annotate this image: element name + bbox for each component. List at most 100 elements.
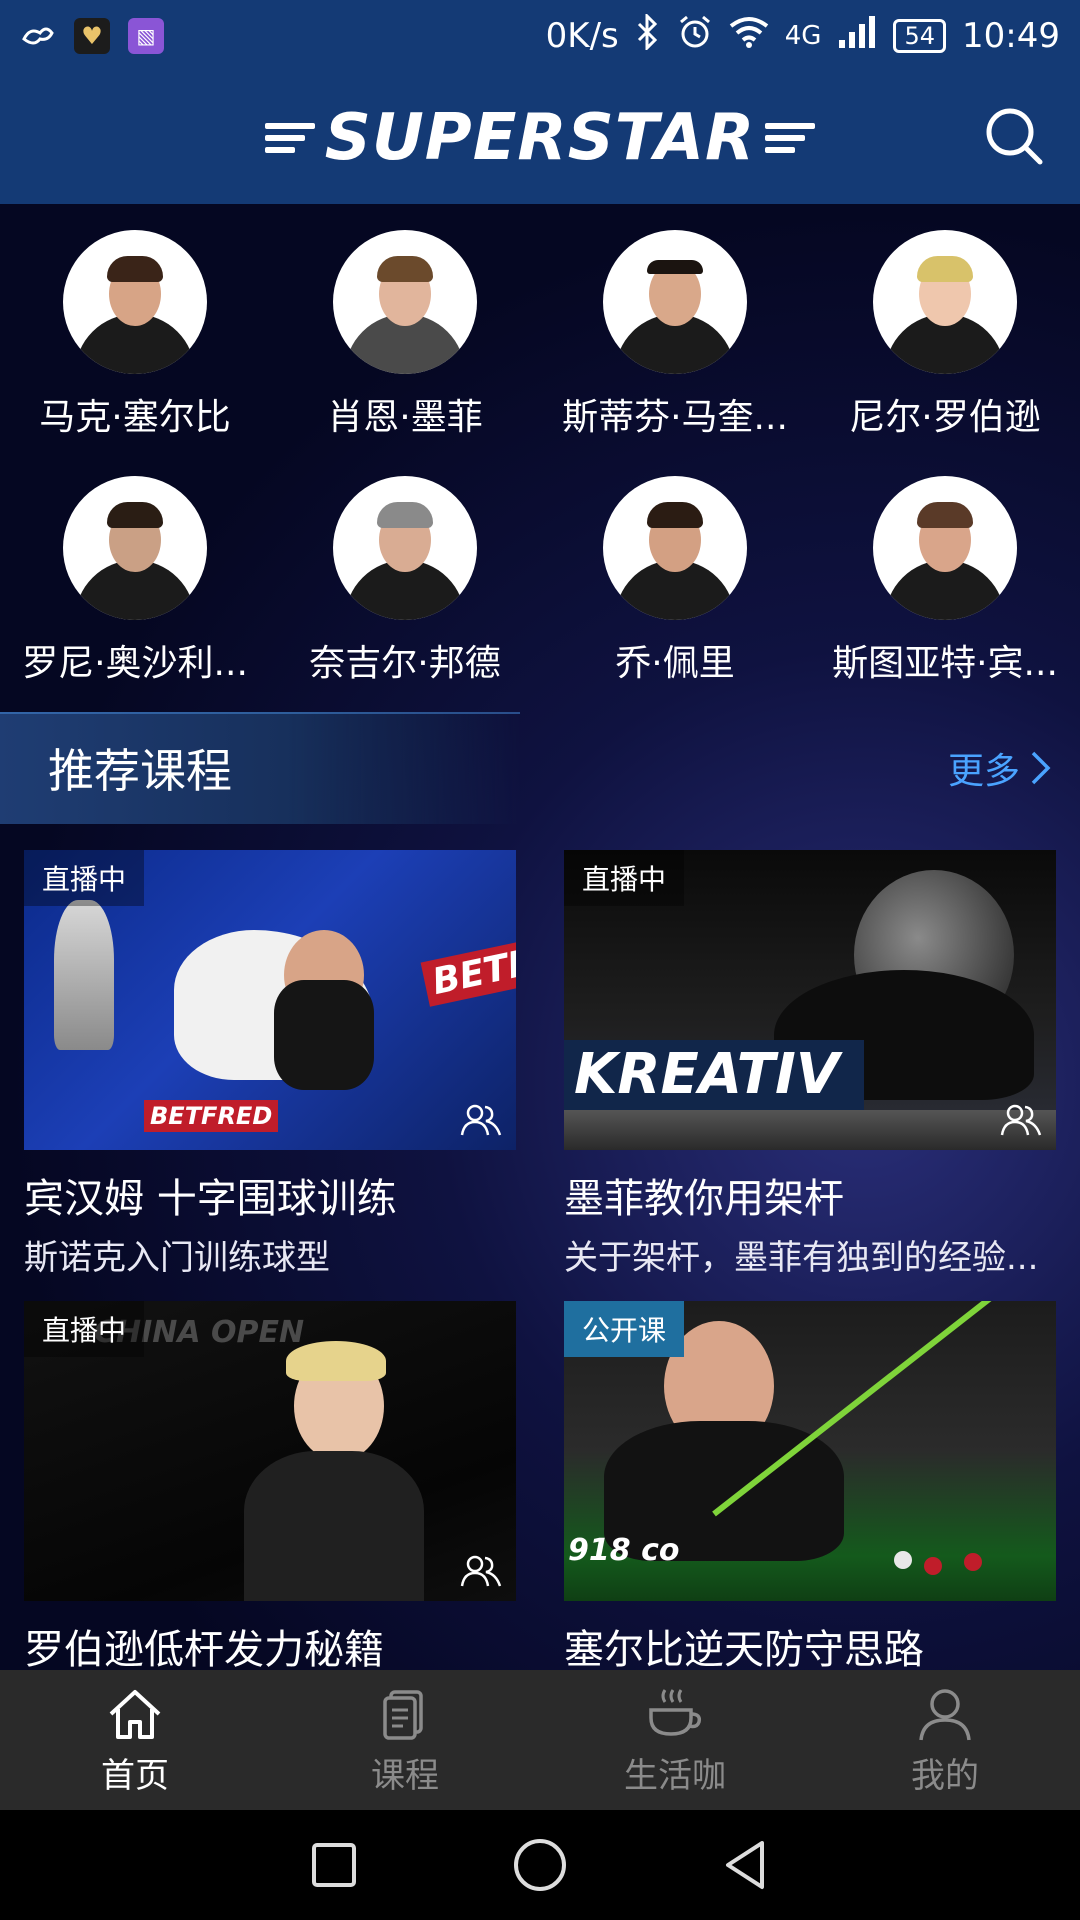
superstar-logo: SUPERSTAR [264, 101, 816, 175]
battery-indicator: 54 [893, 19, 947, 53]
open-course-badge: 公开课 [564, 1301, 685, 1357]
player-avatar [333, 230, 477, 374]
people-icon [460, 1104, 502, 1136]
player-avatar [63, 230, 207, 374]
recent-apps-button[interactable] [306, 1837, 362, 1893]
course-card[interactable]: KREATIV 直播中 墨菲教你用架杆 关于架杆，墨菲有独到的经验... [564, 850, 1056, 1279]
alarm-icon [677, 14, 713, 59]
cue-ball [894, 1551, 912, 1569]
course-card[interactable]: 918 co 公开课 塞尔比逆天防守思路 [564, 1301, 1056, 1670]
gallery-app-icon: ▧ [128, 18, 164, 54]
player-vest [274, 980, 374, 1090]
document-icon [383, 1689, 423, 1740]
banner-text: 918 co [568, 1533, 680, 1568]
course-subtitle: 关于架杆，墨菲有独到的经验... [564, 1238, 1039, 1278]
tab-label: 课程 [371, 1755, 439, 1796]
course-card[interactable]: BETF BETFRED 直播中 宾汉姆 十字围球训练 斯诺克入门训练球型 [24, 850, 516, 1279]
sponsor-text: BETFRED [144, 1100, 279, 1132]
coffee-icon [649, 1688, 702, 1736]
people-icon [460, 1555, 502, 1587]
home-icon [109, 1689, 161, 1739]
red-ball [964, 1553, 982, 1571]
player-avatar [603, 476, 747, 620]
cloud-app-icon [20, 18, 56, 54]
player-name: 罗尼·奥沙利... [22, 643, 248, 684]
course-title: 宾汉姆 十字围球训练 [24, 1176, 397, 1222]
signal-icon [837, 14, 877, 59]
player-avatar [873, 476, 1017, 620]
tab-profile[interactable]: 我的 [810, 1670, 1080, 1810]
player-grid: 马克·塞尔比 肖恩·墨菲 斯蒂芬·马奎... 尼尔·罗伯逊 罗尼·奥沙利... [0, 230, 1080, 686]
status-bar: ♥ ▧ 0K/s 4G 54 10:49 [0, 0, 1080, 72]
logo-stripes-left [264, 123, 315, 153]
status-left: ♥ ▧ [20, 18, 164, 54]
player-avatar [63, 476, 207, 620]
bluetooth-icon [635, 11, 661, 59]
wifi-icon [729, 16, 769, 57]
tab-life-cafe[interactable]: 生活咖 [540, 1670, 810, 1810]
player-name: 奈吉尔·邦德 [309, 643, 501, 684]
banner-text: KREATIV [574, 1042, 840, 1107]
home-content: 马克·塞尔比 肖恩·墨菲 斯蒂芬·马奎... 尼尔·罗伯逊 罗尼·奥沙利... [0, 204, 1080, 1670]
logo-text: SUPERSTAR [324, 101, 756, 175]
tab-home[interactable]: 首页 [0, 1670, 270, 1810]
player-name: 肖恩·墨菲 [327, 397, 483, 438]
live-badge: 直播中 [24, 1301, 145, 1357]
course-thumbnail: KREATIV 直播中 [564, 850, 1056, 1150]
status-right: 0K/s 4G 54 10:49 [545, 11, 1060, 59]
player-name: 马克·塞尔比 [39, 397, 231, 438]
course-title: 塞尔比逆天防守思路 [564, 1627, 924, 1670]
section-title: 推荐课程 [48, 744, 232, 798]
clock: 10:49 [962, 16, 1060, 56]
live-badge: 直播中 [564, 850, 685, 906]
live-badge: 直播中 [24, 850, 145, 906]
course-card[interactable]: CHINA OPEN 直播中 罗伯逊低杆发力秘籍 [24, 1301, 516, 1670]
course-grid: BETF BETFRED 直播中 宾汉姆 十字围球训练 斯诺克入门训练球型 KR… [24, 850, 1056, 1670]
player-item[interactable]: 尼尔·罗伯逊 [810, 230, 1080, 440]
red-ball [924, 1557, 942, 1575]
player-avatar [603, 230, 747, 374]
player-avatar [333, 476, 477, 620]
tab-label: 我的 [911, 1755, 979, 1796]
course-thumbnail: BETF BETFRED 直播中 [24, 850, 516, 1150]
chevron-right-icon [1031, 751, 1051, 785]
people-icon [1000, 1104, 1042, 1136]
home-button[interactable] [512, 1837, 568, 1893]
course-title: 墨菲教你用架杆 [564, 1176, 844, 1222]
app-header: SUPERSTAR [0, 72, 1080, 204]
player-item[interactable]: 乔·佩里 [540, 476, 810, 686]
tab-courses[interactable]: 课程 [270, 1670, 540, 1810]
player-name: 斯蒂芬·马奎... [562, 397, 788, 438]
more-link[interactable]: 更多 [948, 742, 1052, 794]
system-navigation-bar [0, 1810, 1080, 1920]
table-rail [564, 1110, 1056, 1150]
course-thumbnail: CHINA OPEN 直播中 [24, 1301, 516, 1601]
player-item[interactable]: 斯图亚特·宾... [810, 476, 1080, 686]
more-label: 更多 [947, 751, 1020, 792]
search-button[interactable] [982, 104, 1046, 168]
health-app-icon: ♥ [74, 18, 110, 54]
user-icon [919, 1688, 971, 1740]
player-item[interactable]: 斯蒂芬·马奎... [540, 230, 810, 440]
player-name: 斯图亚特·宾... [832, 643, 1058, 684]
player-item[interactable]: 奈吉尔·邦德 [270, 476, 540, 686]
player-item[interactable]: 罗尼·奥沙利... [0, 476, 270, 686]
network-type: 4G [784, 21, 822, 51]
logo-stripes-right [765, 123, 816, 153]
network-speed: 0K/s [545, 16, 619, 56]
player-hair [286, 1341, 386, 1381]
player-avatar [873, 230, 1017, 374]
recommended-section-header: 推荐课程 更多 [0, 712, 1080, 824]
player-item[interactable]: 肖恩·墨菲 [270, 230, 540, 440]
bottom-tab-bar: 首页 课程 生活咖 我的 [0, 1670, 1080, 1810]
trophy-graphic [54, 900, 114, 1050]
player-name: 乔·佩里 [615, 643, 735, 684]
player-vest [244, 1451, 424, 1601]
course-subtitle: 斯诺克入门训练球型 [24, 1238, 330, 1278]
course-thumbnail: 918 co 公开课 [564, 1301, 1056, 1601]
back-button[interactable] [718, 1837, 774, 1893]
tab-label: 生活咖 [624, 1755, 726, 1796]
course-title: 罗伯逊低杆发力秘籍 [24, 1627, 384, 1670]
player-item[interactable]: 马克·塞尔比 [0, 230, 270, 440]
search-icon [986, 108, 1043, 165]
